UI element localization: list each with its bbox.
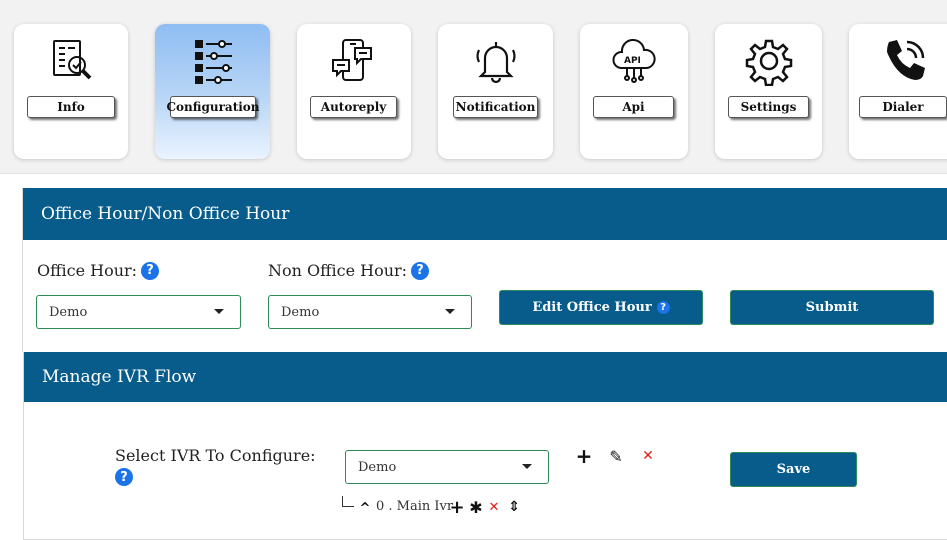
delete-ivr-icon[interactable]: ✕	[640, 447, 656, 465]
tab-settings[interactable]: Settings	[715, 24, 822, 159]
non-office-hour-selected-value: Demo	[281, 304, 320, 320]
gear-icon	[715, 36, 822, 86]
non-office-hour-help-icon[interactable]: ?	[411, 261, 430, 280]
edit-office-hour-button[interactable]: Edit Office Hour ?	[499, 290, 703, 325]
ivr-selected-value: Demo	[358, 459, 397, 475]
office-hour-heading: Office Hour/Non Office Hour	[23, 188, 947, 240]
ivr-heading: Manage IVR Flow	[24, 352, 947, 402]
asterisk-icon[interactable]: ✱	[468, 498, 484, 517]
delete-node-icon[interactable]: ✕	[487, 499, 501, 515]
ivr-node-label[interactable]: 0 . Main Ivr	[376, 499, 453, 514]
svg-text:API: API	[624, 56, 641, 66]
office-hour-field-label: Office Hour: ?	[37, 261, 160, 280]
tab-api[interactable]: API Api	[580, 24, 688, 159]
office-hour-select[interactable]: Demo	[36, 295, 241, 329]
non-office-hour-label-text: Non Office Hour:	[268, 261, 408, 280]
edit-office-hour-help-icon[interactable]: ?	[656, 301, 670, 314]
tab-settings-label: Settings	[728, 96, 809, 118]
save-button[interactable]: Save	[730, 452, 857, 487]
collapse-icon[interactable]: ^	[359, 500, 371, 516]
ivr-select[interactable]: Demo	[345, 450, 549, 484]
tab-info[interactable]: Info	[14, 24, 128, 159]
phone-call-icon	[849, 36, 947, 86]
submit-button[interactable]: Submit	[730, 290, 934, 325]
phone-chat-icon	[297, 36, 411, 86]
tab-notification-label: Notification	[453, 96, 538, 118]
add-ivr-icon[interactable]: +	[576, 444, 593, 468]
sort-icon[interactable]: ⇕	[507, 498, 521, 516]
non-office-hour-select[interactable]: Demo	[268, 295, 472, 329]
tab-configuration[interactable]: Configuration	[155, 24, 270, 159]
tab-configuration-label: Configuration	[166, 96, 260, 118]
non-office-hour-field-label: Non Office Hour: ?	[268, 261, 430, 280]
office-hour-selected-value: Demo	[49, 304, 88, 320]
office-hour-help-icon[interactable]: ?	[141, 261, 160, 280]
add-node-icon[interactable]: +	[449, 497, 465, 518]
office-hour-label-text: Office Hour:	[37, 261, 138, 280]
chevron-down-icon	[522, 464, 532, 469]
tab-dialer-label: Dialer	[859, 96, 947, 118]
document-search-icon	[14, 36, 128, 86]
sliders-list-icon	[155, 36, 270, 86]
ivr-select-label-text: Select IVR To Configure:	[115, 446, 316, 465]
tab-dialer[interactable]: Dialer	[849, 24, 947, 159]
chevron-down-icon	[445, 309, 455, 314]
ivr-select-field-label: Select IVR To Configure:	[115, 446, 316, 465]
chevron-down-icon	[214, 309, 224, 314]
tab-autoreply[interactable]: Autoreply	[297, 24, 411, 159]
tab-info-label: Info	[27, 96, 115, 118]
ivr-help-icon[interactable]: ?	[115, 468, 133, 486]
tree-connector	[342, 496, 354, 507]
tab-notification[interactable]: Notification	[438, 24, 553, 159]
tab-api-label: Api	[593, 96, 674, 118]
bell-icon	[438, 36, 553, 86]
edit-office-hour-label: Edit Office Hour	[532, 300, 652, 315]
tab-autoreply-label: Autoreply	[310, 96, 397, 118]
api-cloud-icon: API	[580, 36, 688, 86]
edit-ivr-icon[interactable]: ✎	[606, 446, 626, 466]
